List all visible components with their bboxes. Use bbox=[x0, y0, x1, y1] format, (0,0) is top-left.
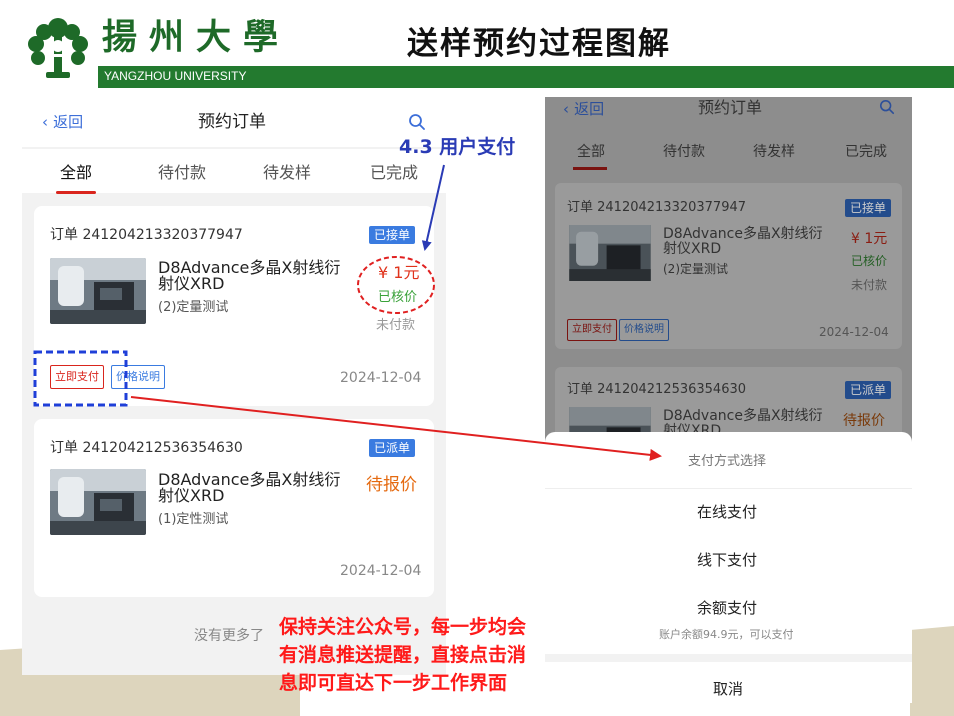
tab-all[interactable]: 全部 bbox=[60, 162, 92, 184]
balance-note: 账户余额94.9元，可以支付 bbox=[659, 628, 794, 641]
tab-pending-payment[interactable]: 待付款 bbox=[158, 162, 206, 184]
order-date: 2024-12-04 bbox=[819, 325, 889, 339]
order-card[interactable]: 订单 241204212536354630 已派单 D8Advance多晶X射线… bbox=[34, 419, 434, 597]
verified-label: 已核价 bbox=[851, 254, 888, 268]
cancel-label: 取消 bbox=[713, 680, 744, 698]
price-info-button[interactable]: 价格说明 bbox=[619, 319, 669, 341]
order-id: 订单 241204212536354630 bbox=[567, 382, 747, 397]
awaiting-quote-label: 待报价 bbox=[366, 475, 417, 495]
left-phone-screen: ‹ 返回 预约订单 全部 待付款 待发样 已完成 订单 241204213320… bbox=[22, 97, 446, 675]
divider bbox=[545, 654, 912, 662]
tab-pending-sample[interactable]: 待发样 bbox=[263, 162, 311, 184]
offline-pay-option[interactable]: 线下支付 bbox=[545, 537, 912, 583]
balance-pay-label: 余额支付 bbox=[697, 599, 758, 617]
product-desc: (2)定量测试 bbox=[158, 300, 229, 315]
payment-method-sheet: 支付方式选择 在线支付 线下支付 余额支付 账户余额94.9元，可以支付 取消 bbox=[545, 432, 912, 703]
notice-text: 保持关注公众号，每一步均会 有消息推送提醒，直接点击消 息即可直达下一步工作界面 bbox=[279, 613, 526, 697]
order-id: 订单 241204212536354630 bbox=[50, 440, 243, 456]
status-badge: 已接单 bbox=[845, 199, 892, 217]
pay-now-button[interactable]: 立即支付 bbox=[50, 365, 104, 389]
balance-pay-option[interactable]: 余额支付 账户余额94.9元，可以支付 bbox=[545, 585, 912, 645]
order-id: 订单 241204213320377947 bbox=[567, 200, 747, 215]
cancel-button[interactable]: 取消 bbox=[545, 663, 912, 703]
product-desc: (2)定量测试 bbox=[663, 262, 728, 276]
tab-active-indicator bbox=[56, 191, 96, 194]
price: ¥ 1元 bbox=[851, 231, 888, 247]
online-pay-label: 在线支付 bbox=[697, 503, 758, 521]
tab-bar: 全部 待付款 待发样 已完成 bbox=[22, 149, 446, 194]
nav-title: 预约订单 bbox=[198, 112, 266, 132]
notice-line: 息即可直达下一步工作界面 bbox=[279, 672, 508, 694]
search-icon[interactable] bbox=[879, 99, 895, 115]
search-icon[interactable] bbox=[408, 113, 426, 131]
product-name-line2: 射仪XRD bbox=[663, 241, 722, 257]
payment-status: 未付款 bbox=[376, 318, 416, 333]
sheet-title: 支付方式选择 bbox=[688, 454, 767, 469]
order-date: 2024-12-04 bbox=[340, 370, 422, 386]
nav-bar: ‹ 返回 预约订单 bbox=[22, 97, 446, 147]
tab-active-indicator bbox=[573, 167, 607, 170]
pay-now-button[interactable]: 立即支付 bbox=[567, 319, 617, 341]
price: ¥ 1元 bbox=[378, 263, 420, 282]
tab-completed[interactable]: 已完成 bbox=[845, 141, 887, 163]
price-info-button[interactable]: 价格说明 bbox=[111, 365, 165, 389]
tab-pending-payment[interactable]: 待付款 bbox=[663, 141, 705, 163]
notice-line: 有消息推送提醒，直接点击消 bbox=[279, 644, 527, 666]
tab-all[interactable]: 全部 bbox=[577, 141, 605, 163]
status-badge: 已接单 bbox=[369, 226, 416, 244]
offline-pay-label: 线下支付 bbox=[697, 551, 758, 569]
order-id: 订单 241204213320377947 bbox=[50, 227, 243, 243]
verified-label: 已核价 bbox=[378, 290, 418, 305]
university-logo-icon bbox=[28, 18, 88, 78]
order-date: 2024-12-04 bbox=[340, 563, 422, 579]
back-label: 返回 bbox=[53, 113, 84, 131]
nav-title: 预约订单 bbox=[698, 98, 763, 117]
back-button[interactable]: ‹ 返回 bbox=[42, 112, 83, 132]
product-photo bbox=[50, 258, 146, 324]
university-name-cn: 揚州大學 bbox=[102, 17, 291, 58]
back-button[interactable]: ‹ 返回 bbox=[563, 99, 604, 119]
awaiting-quote-label: 待报价 bbox=[843, 413, 885, 429]
no-more-text: 没有更多了 bbox=[194, 628, 264, 644]
step-label: 4.3 用户支付 bbox=[399, 136, 516, 158]
back-chevron-icon: ‹ bbox=[563, 100, 569, 118]
slide-title: 送样预约过程图解 bbox=[407, 26, 671, 62]
university-name-en: YANGZHOU UNIVERSITY bbox=[104, 69, 247, 83]
payment-status: 未付款 bbox=[851, 278, 888, 292]
back-chevron-icon: ‹ bbox=[42, 113, 48, 131]
product-name-line2: 射仪XRD bbox=[158, 486, 225, 505]
product-photo bbox=[569, 225, 651, 281]
status-badge: 已派单 bbox=[369, 439, 416, 457]
status-badge: 已派单 bbox=[845, 381, 892, 399]
product-name-line2: 射仪XRD bbox=[158, 274, 225, 293]
tab-completed[interactable]: 已完成 bbox=[370, 162, 418, 184]
online-pay-option[interactable]: 在线支付 bbox=[545, 489, 912, 535]
product-photo bbox=[50, 469, 146, 535]
order-card[interactable]: 订单 241204213320377947 已接单 D8Advance多晶X射线… bbox=[34, 206, 434, 406]
tab-pending-sample[interactable]: 待发样 bbox=[753, 141, 795, 163]
product-desc: (1)定性测试 bbox=[158, 512, 229, 527]
order-card[interactable]: 订单 241204213320377947 已接单 D8Advance多晶X射线… bbox=[555, 183, 902, 349]
back-label: 返回 bbox=[574, 100, 605, 118]
notice-line: 保持关注公众号，每一步均会 bbox=[279, 616, 527, 638]
